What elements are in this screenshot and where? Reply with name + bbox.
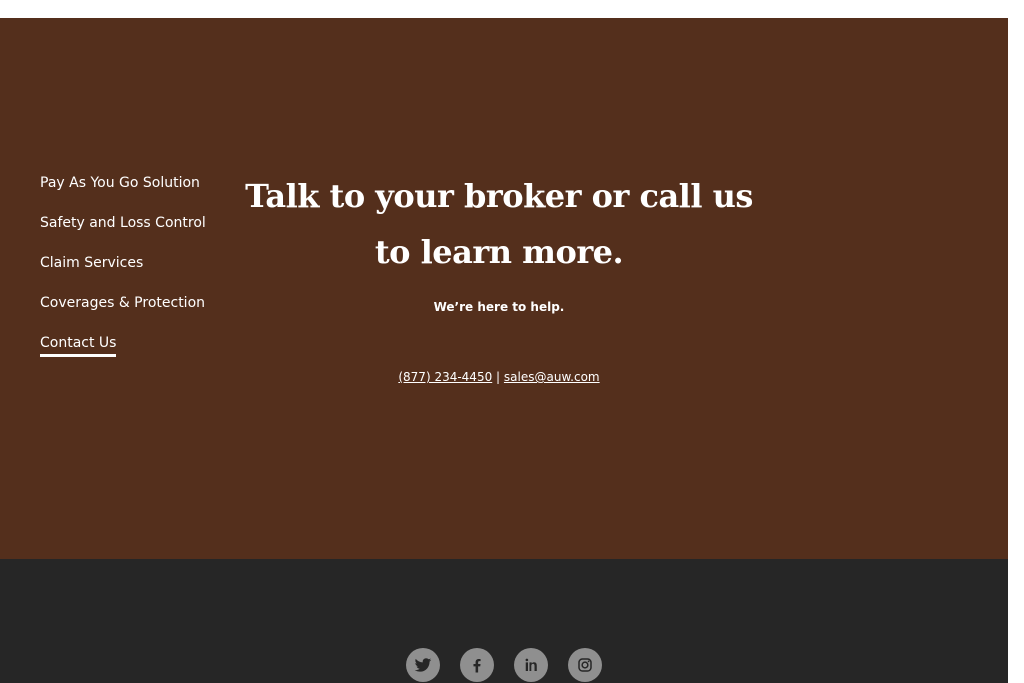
nav-item-safety-loss-control[interactable]: Safety and Loss Control [40,213,206,233]
twitter-icon[interactable] [406,648,440,682]
contact-separator: | [496,370,501,384]
phone-link[interactable]: (877) 234-4450 [398,370,492,384]
email-link[interactable]: sales@auw.com [504,370,600,384]
nav-item-pay-as-you-go[interactable]: Pay As You Go Solution [40,173,206,193]
facebook-icon[interactable] [460,648,494,682]
linkedin-icon[interactable] [514,648,548,682]
nav-item-coverages-protection[interactable]: Coverages & Protection [40,293,206,313]
contact-details: (877) 234-4450 | sales@auw.com [245,370,753,384]
page-edge [1008,0,1024,683]
social-links [406,648,602,682]
cta-heading: Talk to your broker or call us to learn … [245,168,753,280]
cta-subheading: We’re here to help. [433,300,565,314]
cta-heading-line1: Talk to your broker or call us [245,177,753,215]
contact-section: Pay As You Go Solution Safety and Loss C… [0,18,1008,559]
footer [0,559,1008,683]
side-navigation: Pay As You Go Solution Safety and Loss C… [40,173,206,377]
top-bar [0,0,1024,18]
cta-heading-line2: to learn more. [374,233,624,271]
instagram-icon[interactable] [568,648,602,682]
nav-item-claim-services[interactable]: Claim Services [40,253,206,273]
nav-item-contact-us[interactable]: Contact Us [40,333,117,357]
